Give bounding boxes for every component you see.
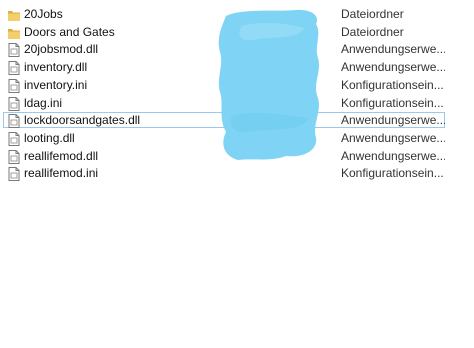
- dll-file-icon: [8, 149, 20, 164]
- file-type: Anwendungserwe...: [341, 148, 445, 163]
- file-name: inventory.dll: [24, 60, 88, 75]
- ini-file-icon: [8, 96, 20, 111]
- file-name: Doors and Gates: [24, 24, 115, 39]
- file-name: reallifemod.dll: [24, 148, 99, 163]
- file-name: looting.dll: [24, 130, 75, 145]
- ini-file-icon: [8, 78, 20, 93]
- folder-icon: [8, 8, 20, 22]
- dll-file-icon: [8, 61, 20, 76]
- file-name: reallifemod.ini: [24, 166, 99, 181]
- file-name: inventory.ini: [24, 77, 88, 92]
- ini-file-icon: [8, 167, 20, 182]
- file-name: lockdoorsandgates.dll: [24, 113, 141, 128]
- file-name: ldag.ini: [24, 95, 63, 110]
- folder-icon: [8, 26, 20, 40]
- file-name: 20jobsmod.dll: [24, 42, 99, 57]
- file-type: Konfigurationsein...: [341, 166, 444, 181]
- dll-file-icon: [8, 114, 20, 129]
- file-type: Dateiordner: [341, 7, 404, 21]
- file-name: 20Jobs: [24, 7, 63, 21]
- file-type: Anwendungserwe...: [341, 42, 445, 57]
- file-type: Anwendungserwe...: [341, 113, 445, 128]
- file-type: Konfigurationsein...: [341, 77, 444, 92]
- dll-file-icon: [8, 131, 20, 146]
- file-type: Anwendungserwe...: [341, 130, 445, 145]
- file-row[interactable]: reallifemod.ini Konfigurationsein...: [3, 165, 445, 182]
- file-type: Konfigurationsein...: [341, 95, 444, 110]
- dll-file-icon: [8, 43, 20, 58]
- file-type: Dateiordner: [341, 24, 404, 39]
- file-type: Anwendungserwe...: [341, 60, 445, 75]
- redaction-scribble: [218, 9, 319, 161]
